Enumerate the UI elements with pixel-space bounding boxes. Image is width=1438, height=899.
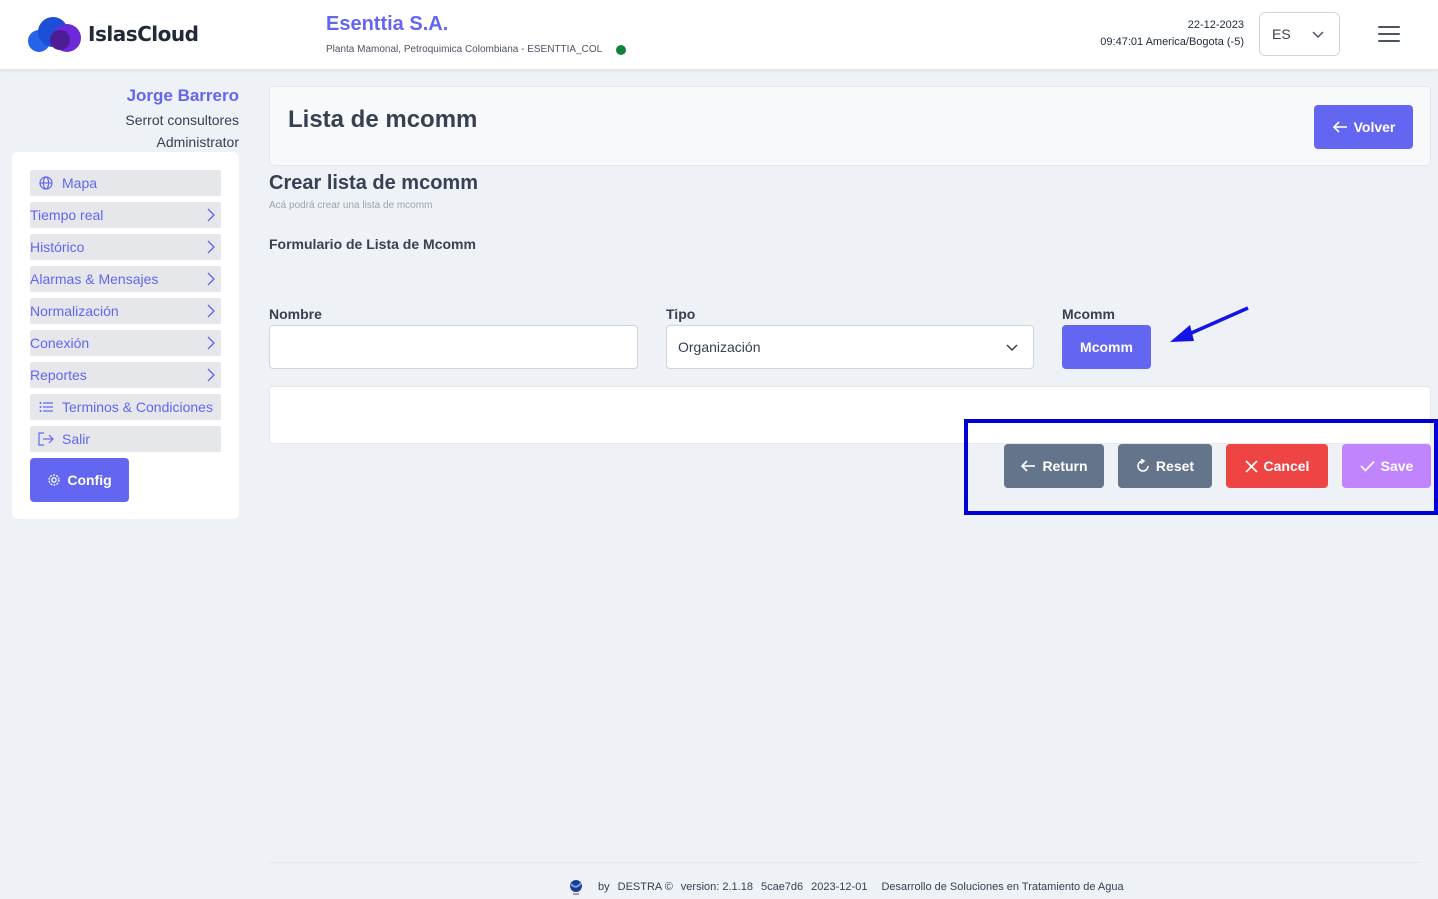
datetime: 22-12-2023 09:47:01 America/Bogota (-5) bbox=[1100, 17, 1244, 51]
sidebar-item-conexion[interactable]: Conexión bbox=[30, 330, 221, 356]
chevron-right-icon bbox=[207, 272, 215, 286]
sidebar-item-label: Normalización bbox=[30, 303, 119, 319]
company-info: Esenttia S.A. Planta Mamonal, Petroquimi… bbox=[326, 13, 627, 55]
tipo-select[interactable]: Organización bbox=[666, 325, 1034, 369]
sidebar-item-label: Terminos & Condiciones bbox=[62, 399, 213, 415]
return-button[interactable]: Return bbox=[1004, 444, 1104, 488]
footer-date: 2023-12-01 bbox=[811, 881, 868, 893]
language-select[interactable]: ES bbox=[1259, 12, 1340, 56]
logo[interactable]: IslasCloud bbox=[26, 16, 199, 52]
sidebar-item-tiempo-real[interactable]: Tiempo real bbox=[30, 202, 221, 228]
sidebar-item-label: Histórico bbox=[30, 239, 85, 255]
footer-divider bbox=[269, 862, 1421, 863]
config-button[interactable]: Config bbox=[30, 458, 129, 502]
company-name: Esenttia S.A. bbox=[326, 13, 449, 35]
sidebar-item-label: Alarmas & Mensajes bbox=[30, 271, 159, 287]
sidebar-item-mapa[interactable]: Mapa bbox=[30, 170, 221, 196]
sidebar: Mapa Tiempo real Histórico Alarmas & Men… bbox=[12, 152, 239, 519]
sidebar-item-label: Tiempo real bbox=[30, 207, 104, 223]
check-icon bbox=[1360, 460, 1375, 472]
section-subtitle: Acá podrá crear una lista de mcomm bbox=[269, 200, 433, 211]
sidebar-item-label: Salir bbox=[62, 431, 91, 447]
mcomm-label: Mcomm bbox=[1062, 306, 1115, 322]
globe-icon bbox=[38, 175, 54, 191]
page-title: Lista de mcomm bbox=[288, 106, 478, 133]
config-label: Config bbox=[67, 472, 112, 488]
chevron-right-icon bbox=[207, 304, 215, 318]
tipo-label: Tipo bbox=[666, 306, 696, 322]
sidebar-item-terminos[interactable]: Terminos & Condiciones bbox=[30, 394, 221, 420]
destra-logo-icon bbox=[570, 880, 582, 895]
save-button[interactable]: Save bbox=[1342, 444, 1431, 488]
logout-icon bbox=[38, 431, 54, 447]
logo-text: IslasCloud bbox=[88, 22, 199, 46]
sidebar-item-label: Reportes bbox=[30, 367, 87, 383]
sidebar-item-label: Mapa bbox=[62, 175, 98, 191]
chevron-down-icon bbox=[1312, 31, 1324, 39]
mcomm-button[interactable]: Mcomm bbox=[1062, 325, 1151, 369]
sidebar-item-historico[interactable]: Histórico bbox=[30, 234, 221, 260]
sidebar-item-normalizacion[interactable]: Normalización bbox=[30, 298, 221, 324]
save-label: Save bbox=[1380, 458, 1414, 474]
user-organization: Serrot consultores bbox=[125, 112, 239, 128]
sidebar-item-salir[interactable]: Salir bbox=[30, 426, 221, 452]
nombre-label: Nombre bbox=[269, 306, 322, 322]
cancel-label: Cancel bbox=[1263, 458, 1310, 474]
footer-brand: DESTRA © bbox=[617, 881, 673, 893]
chevron-down-icon bbox=[1006, 344, 1018, 352]
gear-icon bbox=[48, 474, 60, 486]
annotation-arrow-icon bbox=[1170, 306, 1249, 342]
sidebar-item-reportes[interactable]: Reportes bbox=[30, 362, 221, 388]
chevron-right-icon bbox=[207, 336, 215, 350]
company-location: Planta Mamonal, Petroquimica Colombiana … bbox=[326, 44, 627, 55]
sidebar-item-alarmas[interactable]: Alarmas & Mensajes bbox=[30, 266, 221, 292]
chevron-right-icon bbox=[207, 368, 215, 382]
form-title: Formulario de Lista de Mcomm bbox=[269, 236, 476, 252]
back-button[interactable]: Volver bbox=[1314, 105, 1413, 149]
close-icon bbox=[1244, 459, 1258, 473]
page-header: Lista de mcomm Volver bbox=[269, 86, 1431, 166]
tipo-value: Organización bbox=[678, 339, 761, 355]
chevron-right-icon bbox=[207, 240, 215, 254]
current-date: 22-12-2023 bbox=[1187, 19, 1244, 31]
company-location-text: Planta Mamonal, Petroquimica Colombiana … bbox=[326, 44, 603, 55]
user-name: Jorge Barrero bbox=[126, 86, 239, 105]
footer-tagline: Desarrollo de Soluciones en Tratamiento … bbox=[881, 881, 1124, 893]
reset-label: Reset bbox=[1155, 458, 1195, 474]
arrow-left-icon bbox=[1332, 121, 1347, 133]
back-label: Volver bbox=[1353, 119, 1396, 135]
refresh-icon bbox=[1137, 459, 1149, 472]
nombre-input[interactable] bbox=[269, 325, 638, 369]
footer-hash: 5cae7d6 bbox=[760, 881, 804, 893]
footer: by DESTRA © version: 2.1.18 5cae7d6 2023… bbox=[568, 878, 1124, 896]
user-role: Administrator bbox=[156, 134, 239, 150]
arrow-left-icon bbox=[1021, 460, 1036, 472]
reset-button[interactable]: Reset bbox=[1118, 444, 1212, 488]
chevron-right-icon bbox=[207, 208, 215, 222]
user-info: Jorge Barrero Serrot consultores Adminis… bbox=[125, 86, 239, 150]
list-icon bbox=[38, 399, 54, 415]
section-title: Crear lista de mcomm bbox=[269, 172, 478, 194]
return-label: Return bbox=[1042, 458, 1088, 474]
top-bar: IslasCloud Esenttia S.A. Planta Mamonal,… bbox=[0, 0, 1438, 70]
cancel-button[interactable]: Cancel bbox=[1226, 444, 1328, 488]
status-dot-icon bbox=[616, 44, 627, 55]
menu-icon[interactable] bbox=[1378, 26, 1400, 44]
current-time: 09:47:01 America/Bogota (-5) bbox=[1100, 36, 1244, 48]
footer-version: version: 2.1.18 bbox=[680, 881, 753, 893]
sidebar-item-label: Conexión bbox=[30, 335, 90, 351]
footer-by: by bbox=[598, 881, 610, 893]
cloud-logo-icon bbox=[26, 16, 82, 52]
language-value: ES bbox=[1272, 26, 1291, 42]
